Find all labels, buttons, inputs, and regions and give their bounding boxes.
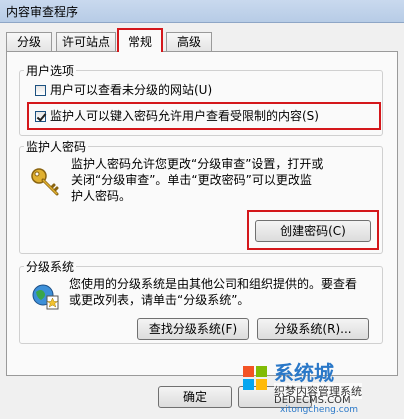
globe-document-icon [32,284,59,310]
supervisor-password-label: 监护人可以键入密码允许用户查看受限制的内容(S) [50,109,319,123]
unrated-sites-label: 用户可以查看未分级的网站(U) [50,83,213,97]
tab-general[interactable]: 常规 [117,28,163,52]
tab-approved-sites[interactable]: 许可站点 [56,32,116,51]
rating-desc-2: 或更改列表，请单击“分级系统”。 [69,293,250,307]
tab-panel-general: 用户选项 用户可以查看未分级的网站(U) 监护人可以键入密码允许用户查看受限制的… [6,51,398,376]
supervisor-desc-3: 护人密码。 [71,189,132,203]
create-password-button[interactable]: 创建密码(C) [255,220,371,242]
rating-system-legend: 分级系统 [26,260,75,274]
supervisor-password-legend: 监护人密码 [26,140,87,154]
find-rating-systems-button[interactable]: 查找分级系统(F) [137,318,249,340]
title-bar: 内容审查程序 [0,0,404,23]
unrated-sites-checkbox[interactable] [35,85,46,96]
user-options-legend: 用户选项 [26,64,75,78]
rating-desc-1: 您使用的分级系统是由其他公司和组织提供的。要查看 [69,277,358,291]
tab-ratings[interactable]: 分级 [6,32,52,51]
watermark-brand: 系统城 [274,361,334,385]
key-icon [31,168,59,196]
watermark-line3: xitongcheng.com [280,405,358,415]
windows-logo-icon [243,366,267,390]
rating-systems-button[interactable]: 分级系统(R)... [257,318,369,340]
unrated-sites-option[interactable]: 用户可以查看未分级的网站(U) [35,82,212,98]
ok-button[interactable]: 确定 [158,386,232,408]
tab-advanced[interactable]: 高级 [166,32,212,51]
supervisor-password-checkbox[interactable] [35,111,46,122]
window-title: 内容审查程序 [6,5,79,19]
supervisor-desc-1: 监护人密码允许您更改“分级审查”设置，打开或 [71,157,324,171]
supervisor-password-option[interactable]: 监护人可以键入密码允许用户查看受限制的内容(S) [35,108,319,124]
supervisor-desc-2: 关闭“分级审查”。单击“更改密码”可以更改监 [71,173,312,187]
watermark: 系统城 织梦内容管理系统 DEDECMS.COM xitongcheng.com [240,357,400,415]
